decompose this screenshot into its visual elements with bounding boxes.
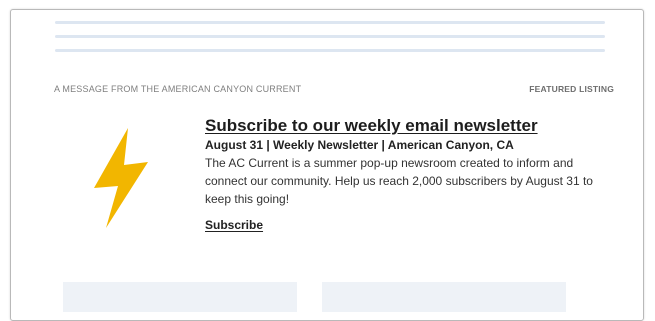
subscribe-link[interactable]: Subscribe <box>205 218 263 232</box>
listing-headline-link[interactable]: Subscribe to our weekly email newsletter <box>205 116 538 136</box>
featured-listing-label: FEATURED LISTING <box>529 84 614 94</box>
header-placeholder-lines <box>55 21 605 63</box>
message-label: A MESSAGE FROM THE AMERICAN CANYON CURRE… <box>54 84 302 94</box>
listing-dateline: August 31 | Weekly Newsletter | American… <box>205 138 514 152</box>
placeholder-line <box>55 35 605 38</box>
listing-description: The AC Current is a summer pop-up newsro… <box>205 156 593 206</box>
lightning-bolt-icon <box>86 128 158 228</box>
placeholder-line <box>55 21 605 24</box>
listing-content: Subscribe to our weekly email newsletter… <box>205 116 625 234</box>
placeholder-line <box>55 49 605 52</box>
listing-meta-row: A MESSAGE FROM THE AMERICAN CANYON CURRE… <box>54 84 614 98</box>
